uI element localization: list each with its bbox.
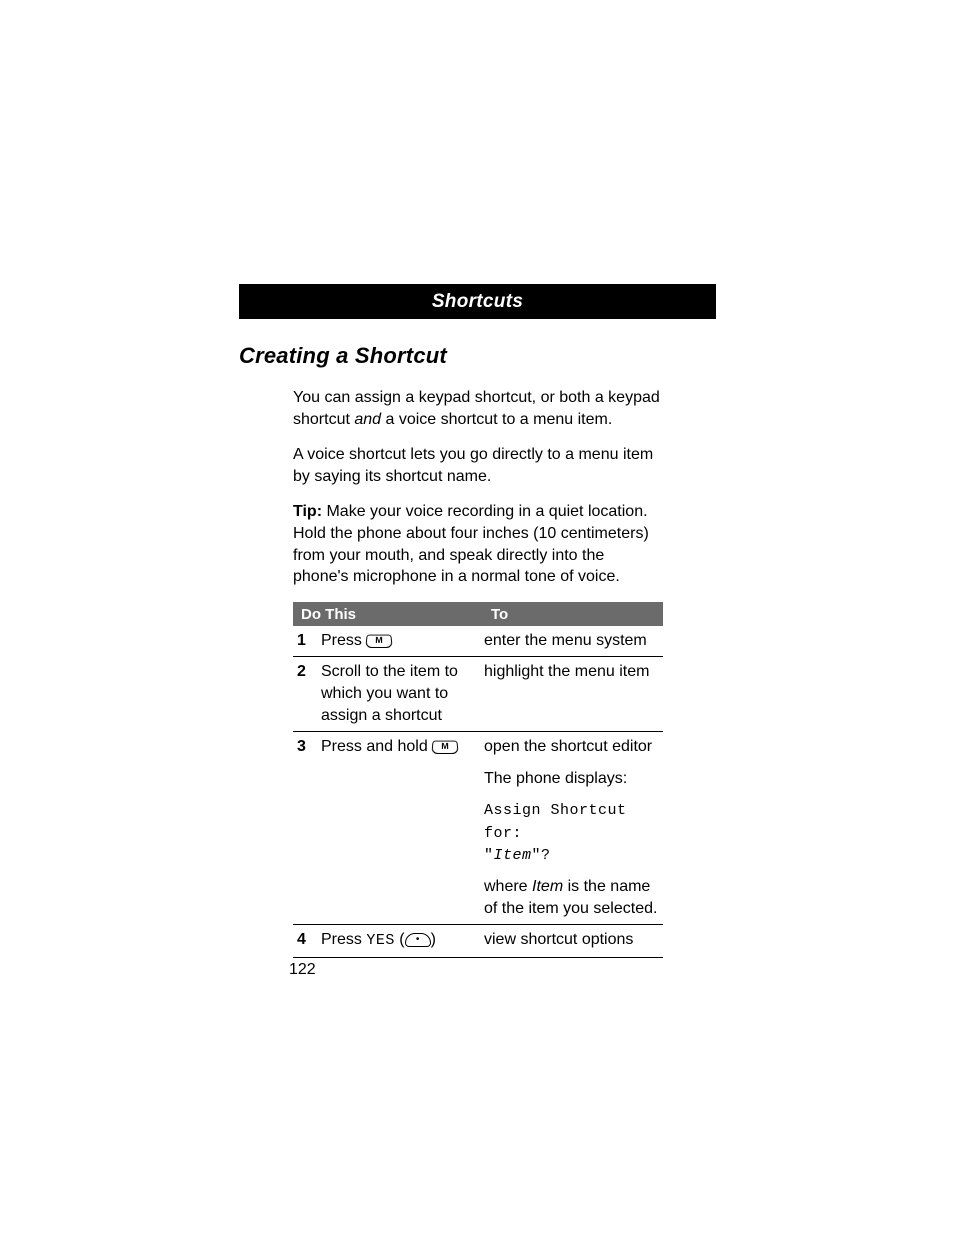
- steps-table: Do This To 1 Press M enter the menu syst…: [293, 602, 663, 958]
- to-line: The phone displays:: [484, 768, 663, 790]
- body-block: You can assign a keypad shortcut, or bot…: [293, 387, 663, 958]
- step-to: open the shortcut editor The phone displ…: [484, 736, 663, 919]
- step-number: 1: [293, 630, 321, 652]
- section-heading: Creating a Shortcut: [239, 343, 716, 369]
- table-row: 4 Press YES () view shortcut options: [293, 925, 663, 957]
- step-to: enter the menu system: [484, 630, 663, 652]
- yes-label: YES: [366, 932, 395, 949]
- content-area: Creating a Shortcut You can assign a key…: [239, 343, 716, 958]
- mono-text: Assign Shortcut for:: [484, 802, 627, 841]
- item-italic: Item: [532, 878, 563, 895]
- step-number: 4: [293, 929, 321, 951]
- tip-label: Tip:: [293, 503, 322, 520]
- table-row: 1 Press M enter the menu system: [293, 626, 663, 658]
- paren-close: ): [431, 931, 436, 948]
- intro-paragraph-1: You can assign a keypad shortcut, or bot…: [293, 387, 663, 430]
- table-header: Do This To: [293, 602, 663, 626]
- intro-paragraph-2: A voice shortcut lets you go directly to…: [293, 444, 663, 487]
- step-do: Press YES (): [321, 929, 484, 951]
- table-row: 3 Press and hold M open the shortcut edi…: [293, 732, 663, 925]
- step-do: Scroll to the item to which you want to …: [321, 661, 484, 726]
- mono-quote: ": [484, 847, 494, 864]
- step-to: view shortcut options: [484, 929, 663, 951]
- paren-open: (: [395, 931, 405, 948]
- to-line: where Item is the name of the item you s…: [484, 876, 663, 919]
- step-number: 2: [293, 661, 321, 726]
- chapter-title: Shortcuts: [432, 291, 523, 313]
- step-do: Press and hold M: [321, 736, 484, 919]
- page-number: 122: [289, 961, 316, 979]
- step-do: Press M: [321, 630, 484, 652]
- text: where: [484, 878, 532, 895]
- step-to: highlight the menu item: [484, 661, 663, 726]
- soft-key-icon: [405, 933, 431, 947]
- table-header-do: Do This: [301, 606, 491, 623]
- text: a voice shortcut to a menu item.: [381, 411, 612, 428]
- table-header-to: To: [491, 606, 663, 623]
- mono-quote: "?: [532, 847, 551, 864]
- italic-and: and: [354, 411, 381, 428]
- text: Press and hold: [321, 738, 432, 755]
- tip-text: Make your voice recording in a quiet loc…: [293, 503, 649, 585]
- step-number: 3: [293, 736, 321, 919]
- chapter-header: Shortcuts: [239, 284, 716, 319]
- phone-display: Assign Shortcut for: "Item"?: [484, 799, 663, 866]
- table-row: 2 Scroll to the item to which you want t…: [293, 657, 663, 732]
- mono-item: Item: [494, 847, 532, 864]
- text: Press: [321, 931, 366, 948]
- menu-key-icon: M: [431, 741, 458, 754]
- text: Press: [321, 632, 366, 649]
- menu-key-icon: M: [366, 634, 393, 647]
- tip-paragraph: Tip: Make your voice recording in a quie…: [293, 501, 663, 587]
- to-line: open the shortcut editor: [484, 736, 663, 758]
